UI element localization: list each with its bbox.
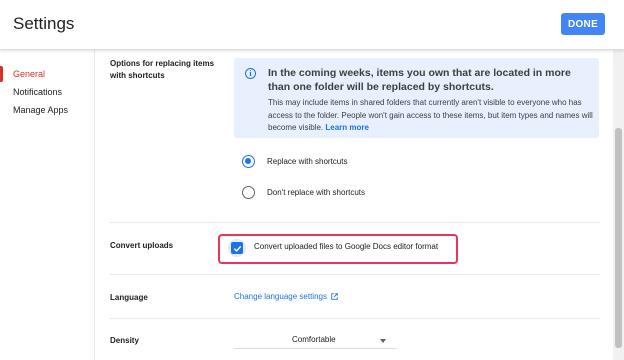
scrollbar[interactable] bbox=[613, 50, 624, 360]
learn-more-link[interactable]: Learn more bbox=[325, 123, 369, 132]
external-link-icon bbox=[331, 293, 338, 300]
page-title: Settings bbox=[13, 14, 75, 33]
shortcuts-section-label: Options for replacing items with shortcu… bbox=[110, 59, 215, 80]
density-select-value: Comfortable bbox=[292, 335, 336, 344]
checkbox-checked[interactable] bbox=[231, 242, 243, 254]
radio-replace-with-shortcuts[interactable]: Replace with shortcuts bbox=[242, 155, 347, 168]
section-divider bbox=[110, 222, 600, 223]
info-body-text: This may include items in shared folders… bbox=[268, 98, 593, 132]
done-button[interactable]: DONE bbox=[561, 13, 605, 35]
scrollbar-thumb[interactable] bbox=[615, 128, 622, 348]
shortcuts-info-box: i In the coming weeks, items you own tha… bbox=[234, 58, 599, 138]
radio-button[interactable] bbox=[242, 186, 255, 199]
sidebar-item-label: General bbox=[13, 69, 46, 79]
info-body: This may include items in shared folders… bbox=[268, 97, 593, 135]
change-language-link-text: Change language settings bbox=[234, 292, 327, 301]
section-divider bbox=[110, 274, 600, 275]
chevron-down-icon bbox=[380, 339, 386, 343]
info-heading: In the coming weeks, items you own that … bbox=[268, 67, 571, 93]
section-divider bbox=[110, 318, 600, 319]
settings-header: Settings DONE bbox=[0, 0, 624, 50]
settings-sidebar: General Notifications Manage Apps bbox=[0, 50, 95, 360]
radio-label: Don't replace with shortcuts bbox=[267, 188, 366, 197]
radio-label: Replace with shortcuts bbox=[267, 157, 348, 166]
radio-dont-replace[interactable]: Don't replace with shortcuts bbox=[242, 186, 365, 199]
sidebar-item-label: Manage Apps bbox=[13, 105, 69, 115]
convert-uploads-checkbox[interactable] bbox=[228, 239, 246, 257]
info-icon: i bbox=[245, 68, 256, 79]
sidebar-item-general[interactable]: General bbox=[0, 65, 94, 83]
sidebar-item-label: Notifications bbox=[13, 87, 63, 97]
sidebar-item-notifications[interactable]: Notifications bbox=[0, 83, 94, 101]
active-indicator bbox=[0, 66, 3, 82]
sidebar-item-manage-apps[interactable]: Manage Apps bbox=[0, 101, 94, 119]
convert-uploads-label: Convert uploads bbox=[110, 241, 174, 250]
density-label: Density bbox=[110, 336, 139, 345]
radio-button-checked[interactable] bbox=[242, 155, 255, 168]
checkmark-icon bbox=[233, 245, 241, 252]
language-label: Language bbox=[110, 293, 148, 302]
settings-main: Options for replacing items with shortcu… bbox=[95, 50, 613, 360]
density-select[interactable]: Comfortable bbox=[234, 331, 397, 349]
convert-uploads-checkbox-label[interactable]: Convert uploaded files to Google Docs ed… bbox=[254, 242, 438, 251]
change-language-link[interactable]: Change language settings bbox=[234, 292, 338, 301]
